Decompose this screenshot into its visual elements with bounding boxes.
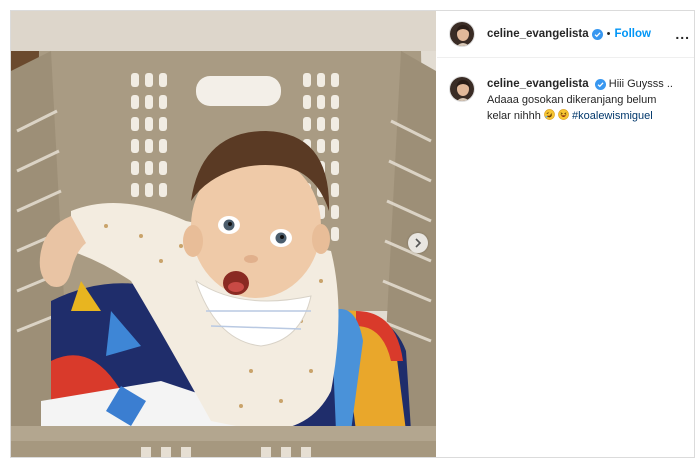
profile-picture [450, 22, 474, 46]
hashtag-link[interactable]: #koalewismiguel [572, 110, 653, 122]
caption-avatar[interactable] [449, 76, 475, 102]
carousel-next-button[interactable] [408, 233, 428, 253]
post-header: celine_evangelista • Follow ... [437, 11, 694, 58]
grinning-squinting-emoji-icon [558, 109, 569, 120]
more-options-icon[interactable]: ... [675, 26, 690, 42]
follow-button[interactable]: Follow [615, 28, 651, 40]
caption-text: celine_evangelista Hiii Guysss .. Adaaa … [487, 76, 673, 124]
caption-line-1: Hiii Guysss .. [608, 78, 673, 90]
caption-line-2: Adaaa gosokan dikeranjang belum [487, 94, 657, 106]
photo-illustration [11, 11, 436, 457]
avatar[interactable] [449, 21, 475, 47]
instagram-post: celine_evangelista • Follow ... celine_e… [10, 10, 695, 458]
profile-picture [450, 77, 474, 101]
caption-username[interactable]: celine_evangelista [487, 78, 589, 90]
verified-badge-icon [594, 78, 606, 90]
rolling-on-floor-laughing-emoji-icon [544, 109, 555, 120]
caption-line-3: kelar nihhh [487, 110, 541, 122]
verified-badge-icon [591, 28, 603, 40]
post-caption: celine_evangelista Hiii Guysss .. Adaaa … [449, 76, 694, 124]
separator-dot: • [606, 28, 611, 40]
post-photo[interactable] [11, 11, 436, 457]
username[interactable]: celine_evangelista [487, 28, 589, 40]
chevron-right-icon [415, 238, 422, 248]
